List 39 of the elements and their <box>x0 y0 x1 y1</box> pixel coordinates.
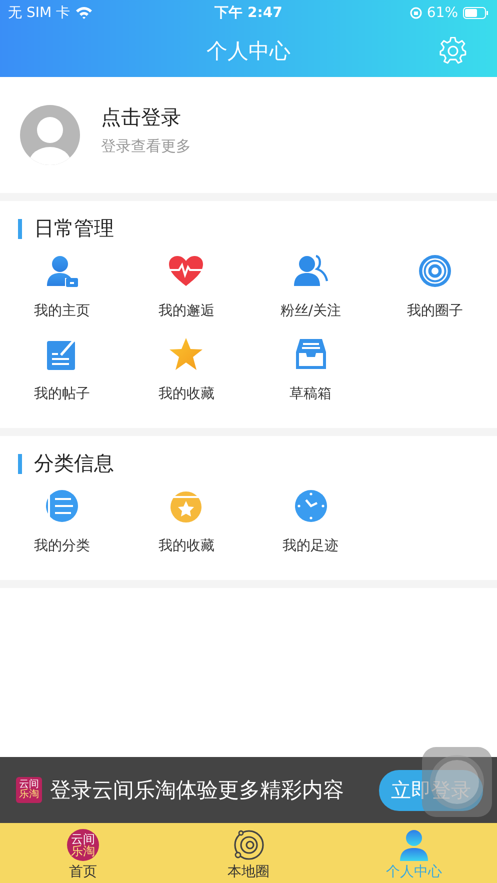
clock-time: 下午 2:47 <box>214 4 282 22</box>
carrier-label: 无 SIM 卡 <box>8 4 70 22</box>
banner-message: 登录云间乐淘体验更多精彩内容 <box>50 777 345 804</box>
menu-item[interactable]: 我的帖子 <box>34 385 90 403</box>
menu-item[interactable]: 我的圈子 <box>406 302 463 320</box>
orbit-icon <box>232 829 264 861</box>
menu-item[interactable]: 粉丝/关注 <box>280 302 341 320</box>
avatar-placeholder-icon <box>20 105 80 165</box>
inbox-tray-icon <box>294 338 328 370</box>
battery-percent: 61% <box>426 4 458 20</box>
list-icon <box>45 489 80 523</box>
page-title: 个人中心 <box>206 38 290 65</box>
settings-icon[interactable] <box>439 37 467 65</box>
menu-item[interactable]: 我的收藏 <box>158 385 214 403</box>
menu-item[interactable]: 我的足迹 <box>282 537 339 555</box>
user-icon <box>399 829 430 861</box>
star-icon <box>168 337 204 371</box>
tab-item[interactable]: 云间 乐淘 首页 <box>0 823 166 883</box>
users-icon <box>292 254 329 288</box>
menu-item[interactable]: 草稿箱 <box>290 385 332 403</box>
star-folder-icon <box>169 489 204 523</box>
app-logo: 云间 乐淘 <box>16 777 42 803</box>
section-title: 分类信息 <box>34 450 114 477</box>
tab-item[interactable]: 本地圈 <box>166 823 332 883</box>
menu-item[interactable]: 我的邂逅 <box>158 302 214 320</box>
login-prompt[interactable]: 点击登录 <box>101 104 191 131</box>
target-icon <box>418 254 452 288</box>
battery-icon <box>463 6 490 18</box>
rotation-lock-icon <box>410 6 422 18</box>
section-title: 日常管理 <box>34 215 114 242</box>
user-card-icon <box>45 254 80 288</box>
login-hint: 登录查看更多 <box>101 137 191 156</box>
heartbeat-icon <box>168 255 204 287</box>
menu-item[interactable]: 我的分类 <box>34 537 90 555</box>
menu-item[interactable]: 我的主页 <box>34 302 90 320</box>
clock-icon <box>294 489 328 523</box>
menu-item[interactable]: 我的收藏 <box>158 537 214 555</box>
wifi-icon <box>75 6 93 19</box>
app-logo-icon: 云间 乐淘 <box>66 829 99 861</box>
